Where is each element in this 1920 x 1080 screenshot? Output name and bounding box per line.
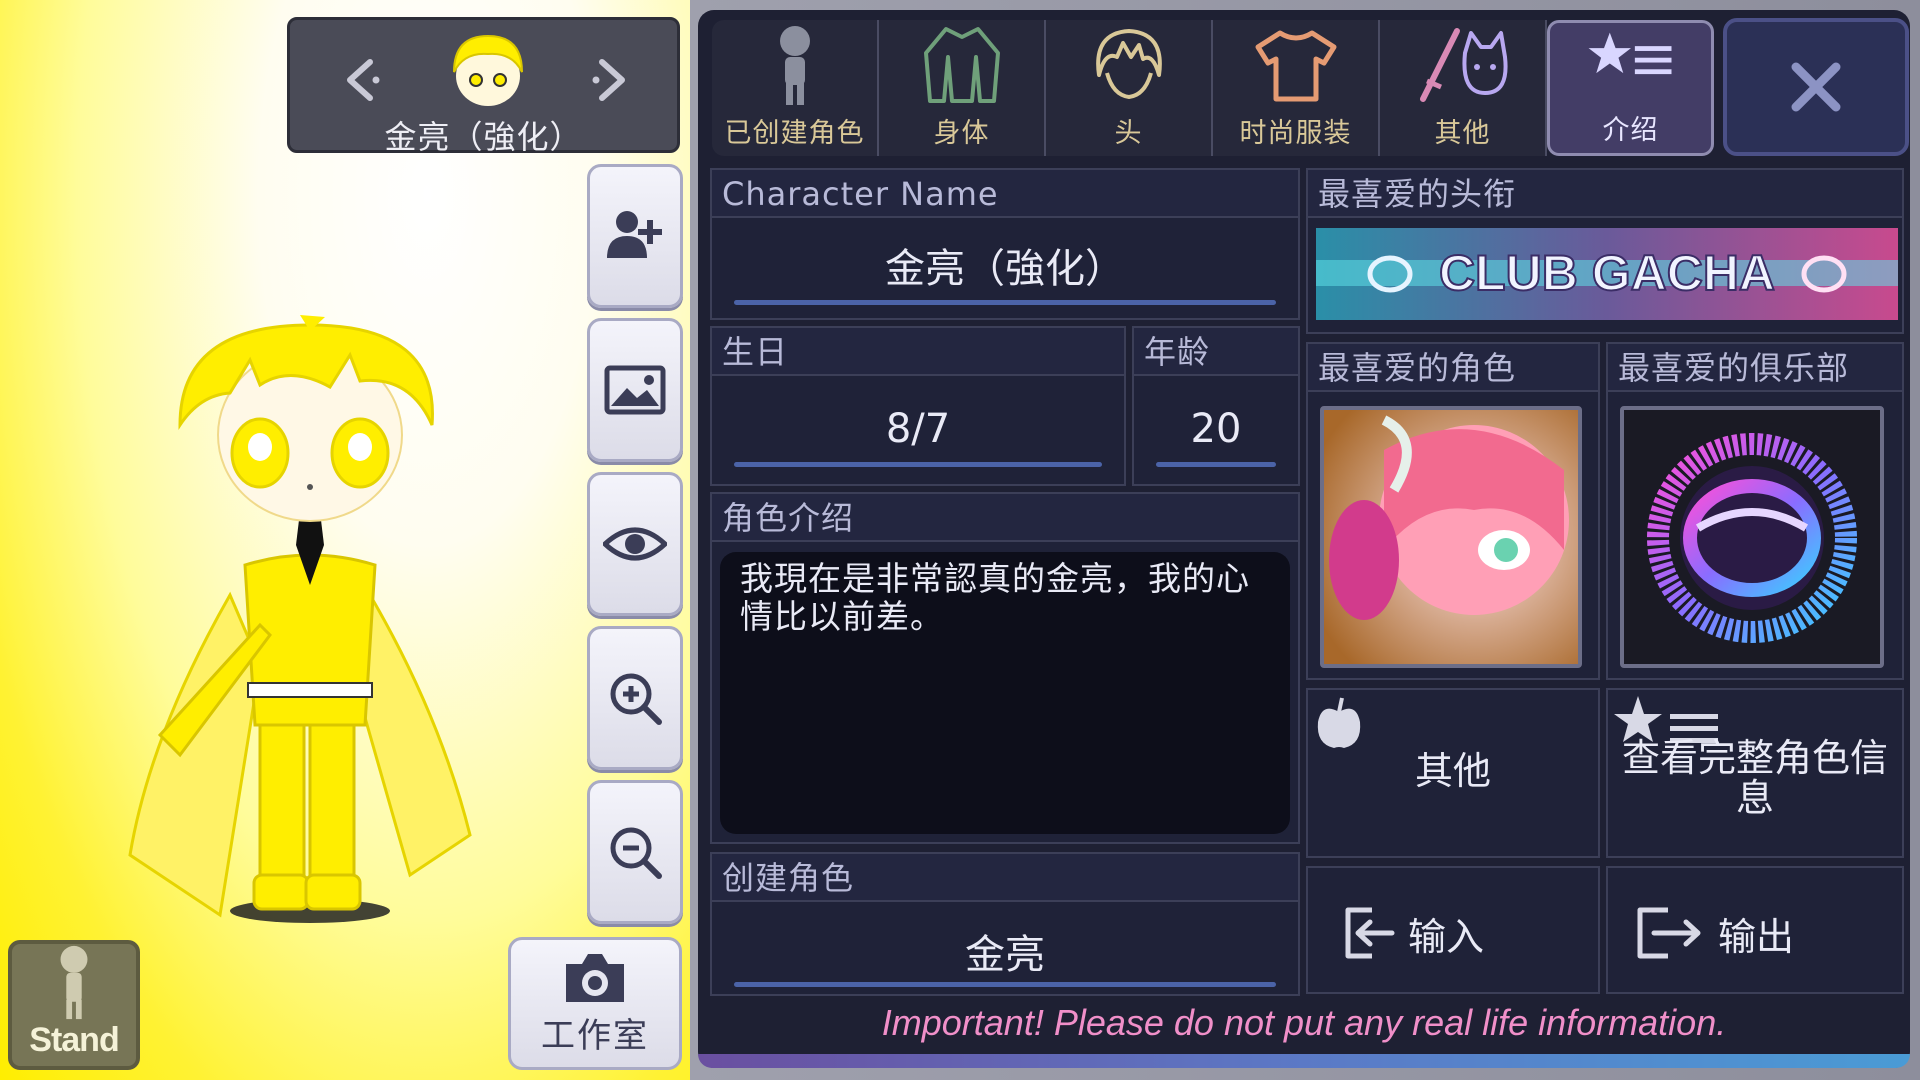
birthday-header: 生日 <box>712 328 1124 376</box>
tab-label: 头 <box>1114 118 1143 149</box>
other-button[interactable]: 其他 <box>1306 688 1600 858</box>
zoom-in-button[interactable] <box>587 626 683 770</box>
jacket-icon <box>923 27 1000 103</box>
add-character-icon <box>607 211 662 258</box>
background-image-icon <box>604 365 666 415</box>
character-stage: 金亮（強化） Stand 工作室 <box>0 0 690 1080</box>
chevron-left-icon[interactable] <box>332 50 392 110</box>
close-button[interactable] <box>1723 18 1909 156</box>
hair-icon <box>1095 29 1162 100</box>
character-intro-box: 角色介绍 我現在是非常認真的金亮，我的心情比以前差。 <box>710 492 1300 844</box>
zoom-out-button[interactable] <box>587 780 683 924</box>
tab-fashion[interactable]: 时尚服装 <box>1213 20 1380 156</box>
studio-button[interactable]: 工作室 <box>508 937 682 1070</box>
character-intro-textarea[interactable]: 我現在是非常認真的金亮，我的心情比以前差。 <box>720 552 1290 834</box>
profile-panel-inner: 已创建角色 身体 头 时尚服装 其他 介绍 Character Name 金亮（… <box>698 10 1910 1068</box>
tab-label: 身体 <box>933 118 990 149</box>
field-underline <box>734 462 1102 467</box>
stand-pose-button[interactable]: Stand <box>8 940 140 1070</box>
tab-label: 其他 <box>1434 118 1491 149</box>
title-banner-text: CLUB GACHA <box>1439 245 1775 301</box>
favorite-character-image[interactable] <box>1320 406 1582 668</box>
field-underline <box>734 982 1276 987</box>
field-underline <box>1156 462 1276 467</box>
background-button[interactable] <box>587 318 683 462</box>
profile-panel: 已创建角色 身体 头 时尚服装 其他 介绍 Character Name 金亮（… <box>690 0 1920 1080</box>
birthday-box: 生日 8/7 <box>710 326 1126 486</box>
tab-label: 介绍 <box>1602 115 1659 146</box>
eye-icon <box>603 527 667 561</box>
character-selector: 金亮（強化） <box>287 17 680 156</box>
tab-created-characters[interactable]: 已创建角色 <box>712 20 879 156</box>
tab-label: 已创建角色 <box>724 118 865 149</box>
view-full-info-label: 查看完整角色信息 <box>1621 736 1888 820</box>
import-label: 输入 <box>1408 915 1485 959</box>
import-button[interactable]: 输入 <box>1306 866 1600 994</box>
character-name-box: Character Name 金亮（強化） <box>710 168 1300 320</box>
character-silhouette-icon <box>60 945 88 1020</box>
other-label: 其他 <box>1414 749 1491 793</box>
creator-box: 创建角色 金亮 <box>710 852 1300 996</box>
export-icon <box>1637 907 1701 959</box>
stand-label: Stand <box>29 1021 119 1059</box>
character-name-field[interactable]: 金亮（強化） <box>732 236 1278 294</box>
sword-cat-icon <box>1419 28 1508 102</box>
age-field[interactable]: 20 <box>1154 406 1278 452</box>
character-name-header: Character Name <box>712 170 1298 218</box>
export-button[interactable]: 输出 <box>1606 866 1904 994</box>
star-list-icon <box>1588 32 1671 75</box>
selected-character-name: 金亮（強化） <box>384 118 583 156</box>
favorite-character-header: 最喜爱的角色 <box>1308 344 1598 392</box>
favorite-title-box: 最喜爱的头衔 CLUB GACHA <box>1306 168 1904 334</box>
creator-field[interactable]: 金亮 <box>732 922 1278 980</box>
tab-label: 时尚服装 <box>1239 118 1352 149</box>
age-box: 年龄 20 <box>1132 326 1300 486</box>
tab-body[interactable]: 身体 <box>879 20 1046 156</box>
visibility-button[interactable] <box>587 472 683 616</box>
favorite-club-header: 最喜爱的俱乐部 <box>1608 344 1902 392</box>
birthday-field[interactable]: 8/7 <box>732 406 1104 452</box>
zoom-out-icon <box>610 827 662 879</box>
club-gacha-title-banner[interactable]: CLUB GACHA <box>1316 228 1898 320</box>
favorite-character-box: 最喜爱的角色 <box>1306 342 1600 680</box>
character-silhouette-icon <box>779 26 810 105</box>
bottom-decor-strip <box>698 1054 1910 1068</box>
field-underline <box>734 300 1276 305</box>
tshirt-icon <box>1255 30 1336 102</box>
tab-head[interactable]: 头 <box>1046 20 1213 156</box>
add-character-button[interactable] <box>587 164 683 308</box>
tab-introduction[interactable]: 介绍 <box>1547 20 1714 156</box>
studio-label: 工作室 <box>541 1016 649 1056</box>
favorite-club-box: 最喜爱的俱乐部 <box>1606 342 1904 680</box>
camera-icon <box>566 954 624 1002</box>
character-intro-header: 角色介绍 <box>712 494 1298 542</box>
export-label: 输出 <box>1718 915 1795 959</box>
character-avatar[interactable] <box>446 30 530 114</box>
zoom-in-icon <box>610 673 662 725</box>
age-header: 年龄 <box>1134 328 1298 376</box>
import-icon <box>1345 907 1395 959</box>
chevron-right-icon[interactable] <box>580 50 640 110</box>
favorite-club-image[interactable] <box>1620 406 1884 668</box>
category-tabs: 已创建角色 身体 头 时尚服装 其他 介绍 <box>712 20 1724 156</box>
favorite-title-header: 最喜爱的头衔 <box>1308 170 1902 218</box>
character-figure[interactable] <box>110 315 530 945</box>
creator-header: 创建角色 <box>712 854 1298 902</box>
close-icon <box>1791 62 1841 112</box>
privacy-warning: Important! Please do not put any real li… <box>881 1002 1727 1043</box>
tab-other[interactable]: 其他 <box>1380 20 1547 156</box>
view-full-info-button[interactable]: 查看完整角色信息 <box>1606 688 1904 858</box>
